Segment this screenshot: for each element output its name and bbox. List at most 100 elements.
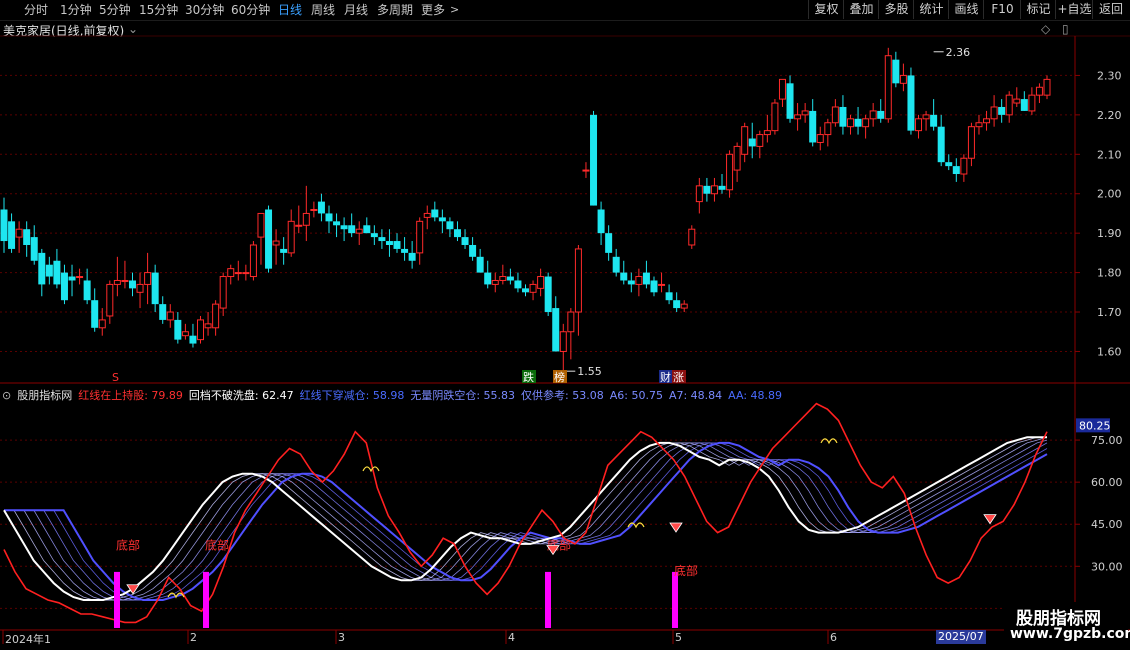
candle	[952, 158, 960, 182]
candle-body	[212, 303, 220, 329]
candle-body	[846, 118, 854, 128]
candle-body	[665, 292, 673, 301]
candle	[499, 264, 507, 285]
candle	[642, 260, 650, 289]
candle-body	[144, 272, 152, 285]
collapse-icon[interactable]: ⊙	[2, 389, 11, 402]
candle-body	[355, 228, 363, 234]
die-marker: 跌	[522, 370, 536, 384]
candle-body	[242, 272, 250, 275]
osc-fan-line	[4, 442, 1048, 601]
candle	[476, 248, 484, 273]
candle-body	[877, 110, 885, 119]
candle	[295, 205, 303, 234]
bottom-signal-bar	[545, 571, 551, 628]
candle-body	[38, 252, 46, 285]
candle-body	[922, 114, 930, 120]
price-axis-label: 2.10	[1097, 148, 1122, 161]
candle-body	[136, 283, 144, 293]
candle	[862, 114, 870, 139]
candle	[733, 142, 741, 182]
candle	[605, 225, 613, 261]
price-axis-label: 2.30	[1097, 69, 1122, 82]
candle-body	[128, 280, 136, 289]
candle-body	[272, 240, 280, 246]
candle-body	[862, 118, 870, 128]
candle	[363, 217, 371, 234]
candle	[249, 241, 257, 281]
osc-axis-label: 75.00	[1091, 434, 1123, 447]
current-date-label: 2025/07	[936, 630, 986, 644]
candle	[695, 177, 703, 214]
candle-body	[718, 185, 726, 190]
candle	[355, 221, 363, 245]
candlestick-chart[interactable]: 2.30 2.20 2.10 2.00 1.90 1.80 1.70 1.60 2.36 1.55…	[0, 0, 1130, 650]
candle	[106, 280, 114, 324]
candle	[710, 177, 718, 202]
indicator-name[interactable]: 股朋指标网	[17, 389, 72, 402]
candle-body	[461, 237, 469, 245]
candle	[378, 229, 386, 249]
candle	[302, 185, 310, 242]
candle	[272, 229, 280, 265]
candle	[23, 221, 31, 257]
candle-body	[249, 244, 257, 278]
candle-body	[809, 110, 817, 143]
candle-body	[348, 225, 356, 234]
candle	[907, 67, 915, 135]
date-axis-label: 4	[508, 631, 515, 644]
candle	[741, 122, 749, 163]
candle-body	[333, 221, 341, 226]
candle	[144, 252, 152, 305]
watermark: 股朋指标网 www.7gpzb.com	[1004, 602, 1130, 648]
candle-body	[975, 122, 983, 128]
candle-body	[340, 225, 348, 230]
candle-body	[899, 74, 907, 84]
candle	[869, 103, 877, 127]
candle	[831, 99, 839, 127]
candle	[174, 312, 182, 344]
candle	[287, 209, 295, 257]
candle-body	[952, 166, 960, 175]
candle-body	[265, 209, 273, 269]
candle	[816, 126, 824, 151]
candle	[529, 280, 537, 301]
bottom-signal-bar	[114, 571, 120, 628]
candle-body	[529, 283, 537, 293]
candle-body	[325, 213, 333, 222]
die-marker-text: 跌	[523, 370, 534, 384]
candle	[930, 99, 938, 131]
candle-body	[68, 276, 76, 281]
candle	[983, 110, 991, 131]
candle-body	[401, 248, 409, 253]
date-axis-label: 3	[338, 631, 345, 644]
candle	[809, 99, 817, 147]
candle-body	[597, 209, 605, 234]
candle	[280, 237, 288, 265]
candle	[960, 154, 968, 182]
candle	[786, 75, 794, 123]
price-axis-label: 2.20	[1097, 109, 1122, 122]
price-axis-label: 2.00	[1097, 188, 1122, 201]
candle-body	[438, 217, 446, 222]
candle-body	[1028, 94, 1036, 112]
candle-body	[514, 280, 522, 289]
candle-body	[423, 212, 431, 218]
osc-axis-label: 45.00	[1091, 518, 1123, 531]
osc-axis-label: 60.00	[1091, 476, 1123, 489]
candle	[416, 217, 424, 265]
candle	[537, 268, 545, 297]
candle	[839, 95, 847, 135]
candle	[401, 237, 409, 261]
candle	[597, 201, 605, 245]
candle	[166, 304, 174, 328]
candle	[370, 225, 378, 245]
candle-body	[408, 252, 416, 261]
candle	[854, 106, 862, 135]
candle-body	[990, 106, 998, 120]
candle-body	[257, 212, 265, 238]
candle	[552, 296, 560, 352]
price-axis-label: 1.90	[1097, 227, 1122, 240]
candle-body	[892, 59, 900, 84]
candle-body	[378, 237, 386, 242]
